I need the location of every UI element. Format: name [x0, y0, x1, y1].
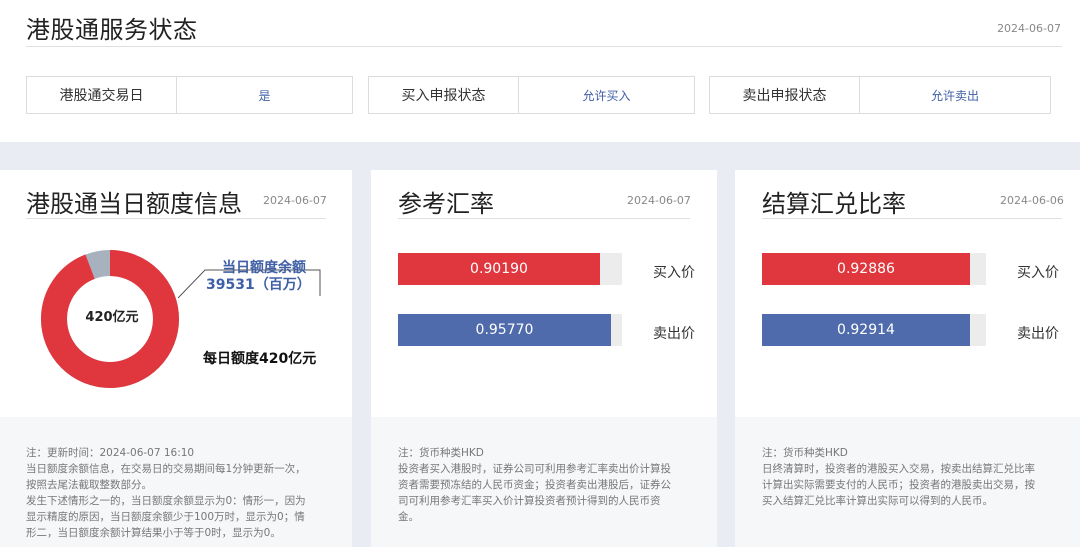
card-title: 参考汇率: [398, 190, 494, 218]
buy-price-label: 买入价: [1017, 265, 1059, 281]
buy-rate-value: 0.90190: [470, 261, 528, 277]
reference-rate-notes: 注：货币种类HKD 投资者买入港股时，证券公司可利用参考汇率卖出价计算投 资者需…: [398, 445, 671, 525]
note-line: 形二，当日额度余额计算结果小于等于0时，显示为0。: [26, 527, 281, 539]
trading-day-status: 港股通交易日 是: [26, 76, 353, 114]
note-line: 注：更新时间：2024-06-07 16:10: [26, 447, 195, 459]
sell-price-label: 卖出价: [653, 326, 695, 342]
daily-quota-label: 每日额度420亿元: [203, 351, 317, 367]
buy-rate-bar: 0.90190: [398, 253, 622, 285]
divider: [398, 218, 690, 219]
note-line: 当日额度余额信息，在交易日的交易期间每1分钟更新一次，: [26, 463, 306, 475]
status-label: 港股通交易日: [27, 77, 177, 113]
note-line: 日终清算时，投资者的港股买入交易，按卖出结算汇兑比率: [762, 463, 1035, 475]
quota-card: 港股通当日额度信息 2024-06-07 420亿元 当日额度余额 39531（…: [0, 170, 352, 547]
settlement-rate-card: 结算汇兑比率 2024-06-06 0.92886 买入价 0.92914 卖出…: [735, 170, 1080, 547]
reference-rate-card: 参考汇率 2024-06-07 0.90190 买入价 0.95770 卖出价 …: [371, 170, 717, 547]
service-status-panel: 港股通服务状态 2024-06-07 港股通交易日 是 买入申报状态 允许买入 …: [0, 0, 1080, 142]
note-line: 按照去尾法截取整数部分。: [26, 479, 152, 491]
sell-rate-bar: 0.95770: [398, 314, 622, 346]
page-title: 港股通服务状态: [26, 16, 198, 44]
note-line: 买入结算汇兑比率计算出实际可以得到的人民币。: [762, 495, 993, 507]
sell-rate-bar: 0.92914: [762, 314, 986, 346]
note-line: 显示精度的原因，当日额度余额少于100万时，显示为0；情: [26, 511, 305, 523]
note-line: 金。: [398, 511, 419, 523]
status-value: 允许卖出: [930, 88, 979, 103]
card-date: 2024-06-07: [627, 194, 691, 207]
status-label: 卖出申报状态: [710, 77, 860, 113]
sell-order-status: 卖出申报状态 允许卖出: [709, 76, 1051, 114]
buy-rate-fill: 0.90190: [398, 253, 600, 285]
status-value: 是: [258, 88, 271, 103]
buy-rate-bar: 0.92886: [762, 253, 986, 285]
sell-rate-value: 0.95770: [475, 322, 534, 338]
remaining-quota-value: 39531（百万）: [206, 277, 311, 293]
note-line: 司可利用参考汇率买入价计算投资者预计得到的人民币资: [398, 495, 661, 507]
buy-price-label: 买入价: [653, 265, 695, 281]
buy-order-status: 买入申报状态 允许买入: [368, 76, 695, 114]
card-date: 2024-06-06: [1000, 194, 1064, 207]
divider: [762, 218, 1062, 219]
note-line: 资者需要预冻结的人民币资金；投资者卖出港股后，证券公: [398, 479, 671, 491]
note-line: 发生下述情形之一的，当日额度余额显示为0：情形一，因为: [26, 495, 306, 507]
card-title: 结算汇兑比率: [762, 190, 906, 218]
note-line: 投资者买入港股时，证券公司可利用参考汇率卖出价计算投: [398, 463, 671, 475]
buy-rate-value: 0.92886: [837, 261, 895, 277]
note-line: 注：货币种类HKD: [762, 447, 848, 459]
status-value: 允许买入: [582, 88, 631, 103]
donut-center-label: 420亿元: [85, 310, 139, 325]
sell-rate-value: 0.92914: [837, 322, 895, 338]
status-date: 2024-06-07: [997, 22, 1061, 35]
settlement-rate-notes: 注：货币种类HKD 日终清算时，投资者的港股买入交易，按卖出结算汇兑比率 计算出…: [762, 445, 1035, 509]
sell-rate-fill: 0.92914: [762, 314, 970, 346]
buy-rate-fill: 0.92886: [762, 253, 970, 285]
divider: [26, 46, 1062, 47]
sell-rate-fill: 0.95770: [398, 314, 611, 346]
status-label: 买入申报状态: [369, 77, 519, 113]
sell-price-label: 卖出价: [1017, 326, 1059, 342]
quota-notes: 注：更新时间：2024-06-07 16:10 当日额度余额信息，在交易日的交易…: [26, 445, 306, 541]
note-line: 计算出实际需要支付的人民币；投资者的港股卖出交易，按: [762, 479, 1035, 491]
note-line: 注：货币种类HKD: [398, 447, 484, 459]
